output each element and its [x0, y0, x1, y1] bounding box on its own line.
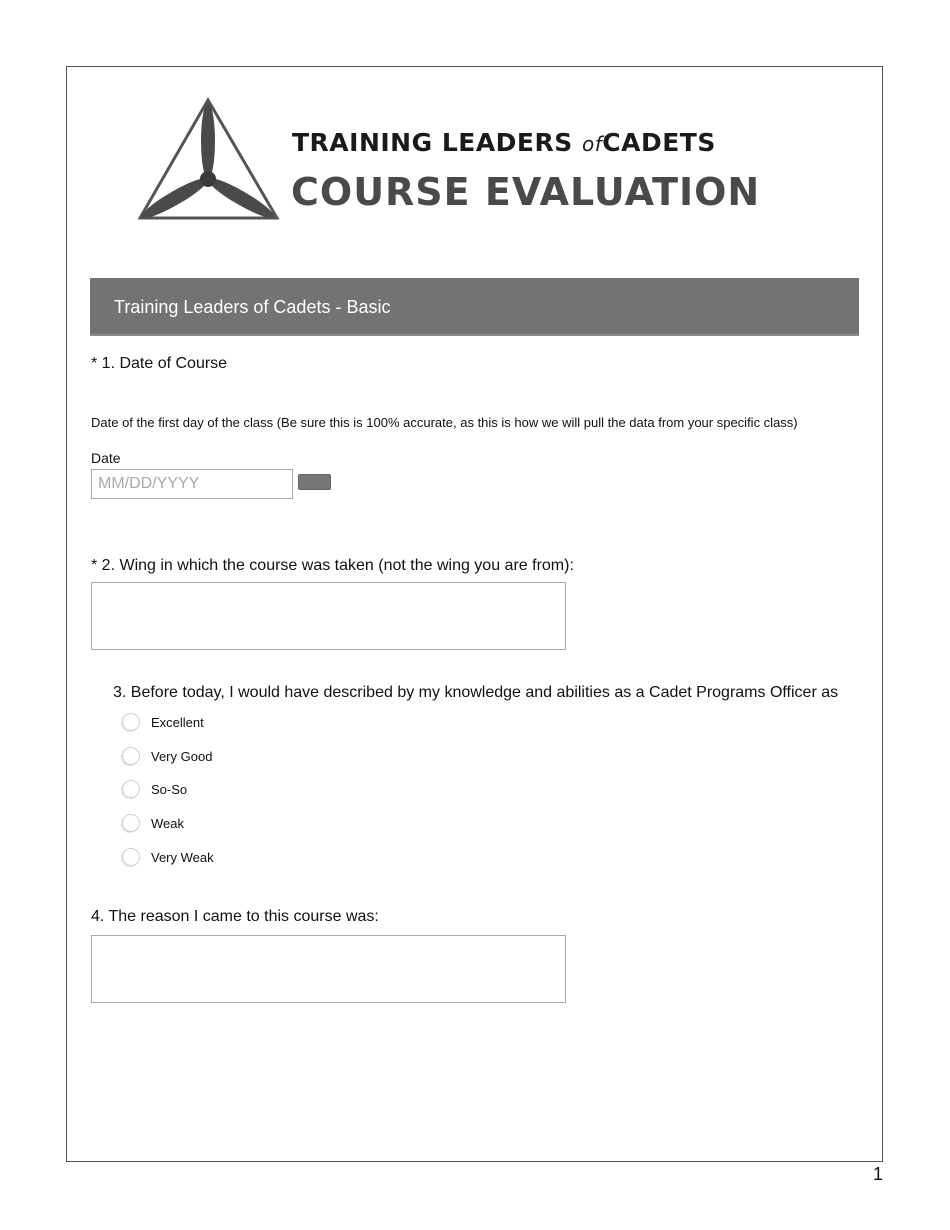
radio-button[interactable] — [122, 814, 140, 832]
radio-button[interactable] — [122, 780, 140, 798]
question-4-title: 4. The reason I came to this course was: — [91, 908, 379, 925]
radio-option-so-so[interactable]: So-So — [122, 780, 187, 798]
radio-option-very-weak[interactable]: Very Weak — [122, 848, 214, 866]
logo-title-of: of — [581, 132, 603, 156]
date-label: Date — [91, 450, 121, 466]
propeller-triangle-icon — [138, 97, 280, 220]
radio-button[interactable] — [122, 848, 140, 866]
page-number: 1 — [873, 1164, 884, 1184]
date-picker-button[interactable] — [298, 474, 331, 490]
radio-option-weak[interactable]: Weak — [122, 814, 184, 832]
section-header: Training Leaders of Cadets - Basic — [90, 278, 859, 336]
reason-input[interactable] — [91, 935, 566, 1003]
radio-button[interactable] — [122, 713, 140, 731]
question-3-title: 3. Before today, I would have described … — [113, 684, 839, 701]
radio-label: Very Weak — [151, 849, 214, 865]
logo-title-line1: TRAINING LEADERS ofCADETS — [292, 128, 716, 157]
radio-option-very-good[interactable]: Very Good — [122, 747, 212, 765]
radio-label: Excellent — [151, 714, 204, 730]
radio-label: Weak — [151, 815, 184, 831]
radio-label: Very Good — [151, 748, 213, 764]
section-title: Training Leaders of Cadets - Basic — [114, 297, 391, 317]
radio-button[interactable] — [122, 747, 140, 765]
wing-input[interactable] — [91, 582, 566, 650]
radio-label: So-So — [151, 781, 188, 797]
date-input[interactable] — [91, 469, 293, 499]
question-1-description: Date of the first day of the class (Be s… — [91, 415, 798, 430]
logo-title-part1: TRAINING LEADERS — [292, 128, 582, 157]
logo-title-line2: COURSE EVALUATION — [291, 170, 761, 214]
radio-option-excellent[interactable]: Excellent — [122, 713, 204, 731]
question-1-title: * 1. Date of Course — [91, 355, 228, 372]
question-2-title: * 2. Wing in which the course was taken … — [91, 557, 574, 574]
logo-title-part2: CADETS — [602, 128, 716, 157]
